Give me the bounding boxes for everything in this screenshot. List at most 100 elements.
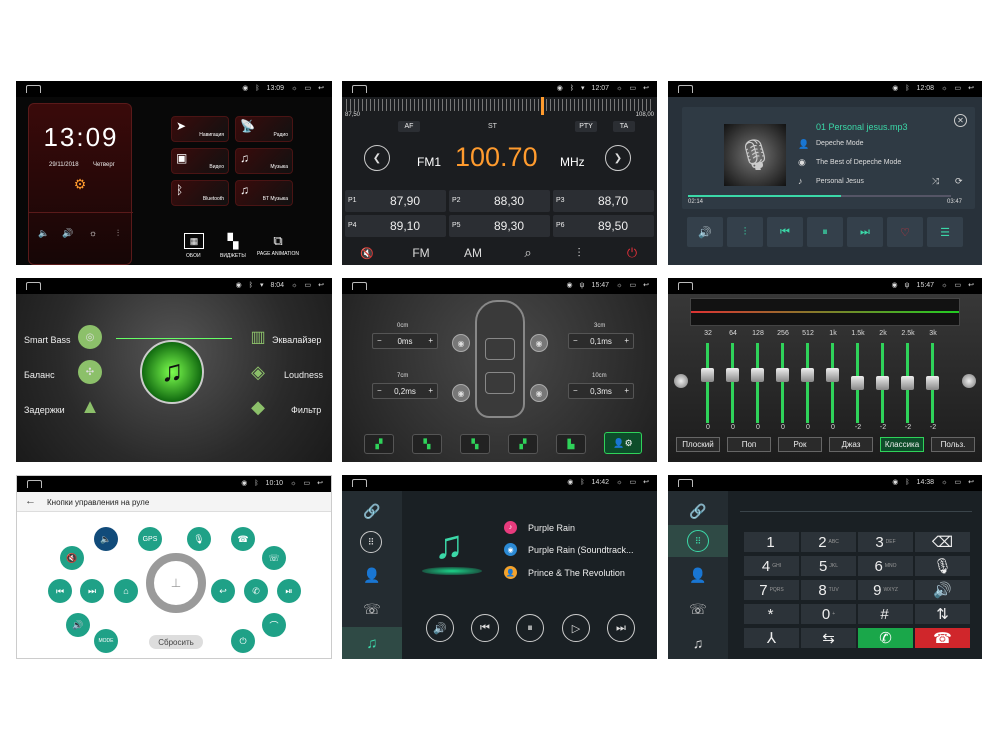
call-button-icon[interactable]: ✆ (858, 628, 913, 648)
delay-fr-stepper[interactable]: −0,1ms + (568, 333, 634, 349)
phone-icon[interactable]: ✆ (244, 579, 268, 603)
home-icon[interactable] (27, 480, 42, 488)
brightness-icon[interactable]: ☼ (616, 85, 622, 92)
tile-video[interactable]: ▣ Видео (171, 148, 229, 174)
transfer-icon[interactable]: ⅄ (744, 628, 799, 648)
next-icon[interactable]: ⏭ (607, 614, 635, 642)
preset-p3[interactable]: P3 88,70 (553, 190, 654, 212)
filter-label[interactable]: Фильтр (291, 405, 321, 415)
brightness-icon[interactable]: ☼ (291, 282, 297, 289)
preset-p6[interactable]: P6 89,50 (553, 215, 654, 237)
volume-mute-icon[interactable]: 🔇 (60, 546, 84, 570)
minus-button[interactable]: − (573, 386, 578, 395)
back-icon[interactable]: ↩ (968, 478, 974, 486)
mode-button[interactable]: MODE (94, 629, 118, 653)
filter-gem-icon[interactable]: ◆ (246, 395, 270, 419)
pause-icon[interactable]: ⏸ (516, 614, 544, 642)
eq-slider-thumb[interactable] (851, 376, 864, 390)
shuffle-icon[interactable]: ⤨ (932, 176, 939, 187)
gps-button[interactable]: GPS (138, 527, 162, 551)
plus-button[interactable]: + (624, 386, 629, 395)
volume-icon[interactable]: 🔊 (426, 614, 454, 642)
dialpad-key[interactable]: 5 JKL (801, 556, 856, 576)
dialpad-key[interactable]: 1 (744, 532, 799, 552)
fm-button[interactable]: FM (406, 245, 436, 261)
mute-mic-icon[interactable]: 🎙 (915, 556, 970, 576)
eq-slider-thumb[interactable] (826, 368, 839, 382)
link-icon[interactable]: 🔗 (358, 499, 386, 523)
eq-band[interactable]: 512 0 (798, 328, 818, 433)
preset-user[interactable]: Польз. (931, 437, 975, 452)
frequency-scale[interactable] (346, 99, 653, 111)
hang-up-button-icon[interactable]: ☎ (915, 628, 970, 648)
dialpad-key[interactable]: 8 TUV (801, 580, 856, 600)
brightness-icon[interactable]: ☼ (941, 479, 947, 486)
eq-band[interactable]: 64 0 (723, 328, 743, 433)
eq-slider-track[interactable] (706, 343, 709, 423)
volume-icon[interactable]: 🔊 (687, 217, 723, 247)
widgets-icon[interactable]: ▚ (223, 233, 243, 249)
next-icon[interactable]: ⏭ (847, 217, 883, 247)
hang-up-icon[interactable]: ⌒ (262, 613, 286, 637)
equalizer-label[interactable]: Эквалайзер (272, 335, 321, 345)
seat-preset-3-icon[interactable]: ▚ (460, 434, 490, 454)
window-icon[interactable]: ▭ (304, 479, 311, 487)
window-icon[interactable]: ▭ (305, 84, 312, 92)
volume-icon[interactable]: 🔊 (915, 580, 970, 600)
volume-down-icon[interactable]: 🔈 (94, 527, 118, 551)
playlist-icon[interactable]: ☰ (927, 217, 963, 247)
home-icon[interactable] (26, 85, 41, 93)
tile-navigation[interactable]: ➤ Навигация (171, 116, 229, 142)
preset-classic[interactable]: Классика (880, 437, 924, 452)
equalizer-icon[interactable]: ⫶ (109, 224, 127, 242)
preset-p5[interactable]: P5 89,30 (449, 215, 550, 237)
tile-bluetooth[interactable]: ᛒ Bluetooth (171, 180, 229, 206)
play-pause-icon[interactable]: ⏯ (277, 579, 301, 603)
loudness-layers-icon[interactable]: ◈ (246, 360, 270, 384)
brightness-button-icon[interactable]: ☼ (84, 224, 102, 242)
home-icon[interactable] (678, 282, 693, 290)
repeat-icon[interactable]: ⟳ (955, 176, 963, 187)
home-icon[interactable] (26, 282, 41, 290)
dialpad-key[interactable]: 4 GHI (744, 556, 799, 576)
dialpad-key[interactable]: * (744, 604, 799, 624)
custom-seat-settings-icon[interactable]: 👤⚙ (604, 432, 642, 454)
eq-band[interactable]: 1.5k -2 (848, 328, 868, 433)
scroll-right-knob[interactable] (962, 374, 976, 388)
home-icon[interactable] (352, 282, 367, 290)
backspace-icon[interactable]: ⌫ (915, 532, 970, 552)
seat-preset-5-icon[interactable]: ▙ (556, 434, 586, 454)
eq-slider-track[interactable] (806, 343, 809, 423)
page-animation-icon[interactable]: ⧉ (268, 233, 288, 249)
eq-band[interactable]: 1k 0 (823, 328, 843, 433)
preset-pop[interactable]: Поп (727, 437, 771, 452)
tile-music[interactable]: ♫ Музыка (235, 148, 293, 174)
favorite-heart-icon[interactable]: ♡ (887, 217, 923, 247)
back-icon[interactable]: ↩ (643, 84, 649, 92)
plus-button[interactable]: + (428, 386, 433, 395)
eq-slider-thumb[interactable] (701, 368, 714, 382)
speaker-rear-right-icon[interactable]: ◉ (530, 384, 548, 402)
seat-preset-4-icon[interactable]: ▞ (508, 434, 538, 454)
volume-down-icon[interactable]: 🔈 (35, 224, 53, 242)
back-icon[interactable]: ↩ (968, 84, 974, 92)
brightness-icon[interactable]: ☼ (616, 282, 622, 289)
home-icon[interactable] (678, 85, 693, 93)
dialpad-icon[interactable]: ⠿ (360, 531, 382, 553)
power-icon[interactable]: ⏻ (617, 245, 647, 261)
dialpad-key[interactable]: 9 WXYZ (858, 580, 913, 600)
pty-button[interactable]: PTY (575, 121, 597, 132)
minus-button[interactable]: − (573, 336, 578, 345)
wallpaper-icon[interactable]: ▦ (184, 233, 204, 249)
delay-rl-stepper[interactable]: −0,2ms + (372, 383, 438, 399)
smart-bass-label[interactable]: Smart Bass (24, 335, 71, 345)
plus-button[interactable]: + (428, 336, 433, 345)
back-icon[interactable]: ↩ (317, 479, 323, 487)
progress-track[interactable] (688, 195, 951, 197)
eq-band[interactable]: 128 0 (748, 328, 768, 433)
close-icon[interactable]: ✕ (954, 114, 967, 127)
previous-track-icon[interactable]: ⏮ (48, 579, 72, 603)
brightness-icon[interactable]: ☼ (290, 480, 296, 487)
preset-p2[interactable]: P2 88,30 (449, 190, 550, 212)
equalizer-bars-icon[interactable]: ▥ (246, 325, 270, 349)
